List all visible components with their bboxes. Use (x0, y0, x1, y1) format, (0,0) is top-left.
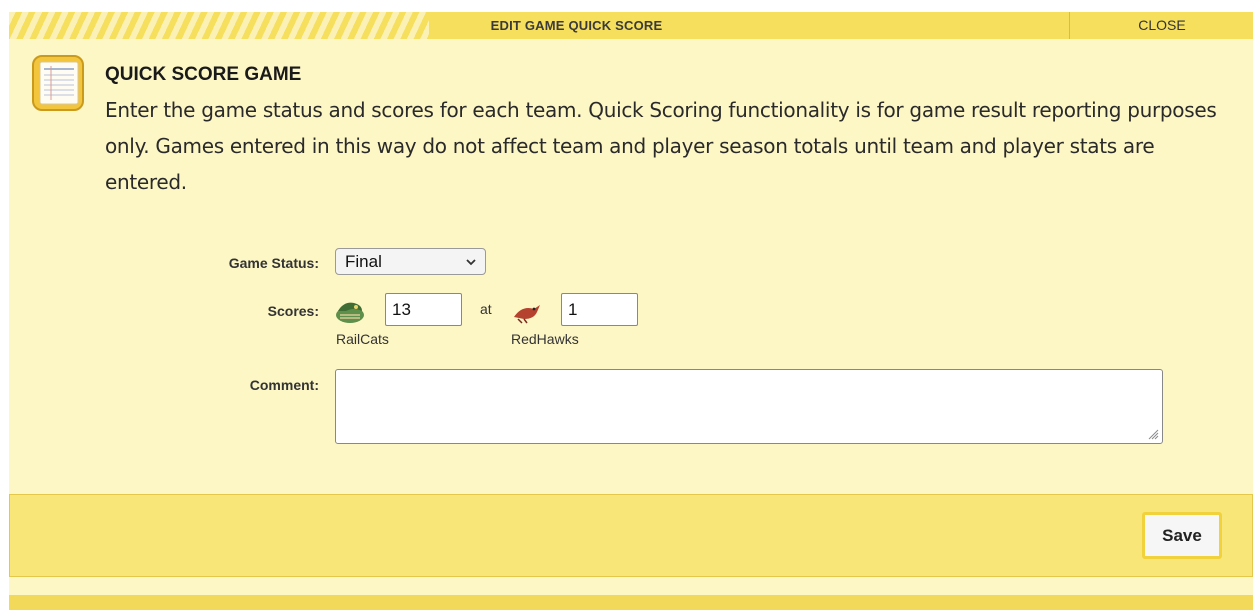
game-status-label: Game Status: (228, 255, 319, 271)
away-score-input[interactable]: 13 (385, 293, 462, 326)
dialog-titlebar: EDIT GAME QUICK SCORE CLOSE (9, 12, 1253, 40)
railcats-logo-icon (336, 302, 364, 323)
save-button[interactable]: Save (1142, 512, 1222, 559)
dialog-title: EDIT GAME QUICK SCORE (490, 18, 663, 33)
redhawks-logo-icon (514, 305, 540, 324)
comment-label: Comment: (249, 377, 319, 393)
close-button[interactable]: CLOSE (1069, 12, 1254, 39)
dialog-footer (9, 494, 1253, 577)
description-text: Enter the game status and scores for eac… (105, 98, 1217, 194)
game-status-select[interactable]: Final (335, 248, 486, 275)
home-score-input[interactable]: 1 (561, 293, 638, 326)
dialog-body: QUICK SCORE GAME Enter the game status a… (9, 39, 1253, 595)
scores-label: Scores: (267, 303, 319, 319)
bottom-border (9, 595, 1253, 610)
resize-grip-icon[interactable] (1147, 428, 1159, 440)
away-team-name: RailCats (336, 331, 389, 347)
notebook-icon (32, 55, 84, 111)
home-team-name: RedHawks (511, 331, 579, 347)
game-status-value: Final (345, 252, 382, 271)
chevron-down-icon (466, 259, 476, 266)
comment-textarea[interactable] (335, 369, 1163, 444)
section-heading: QUICK SCORE GAME (105, 64, 302, 85)
at-separator: at (480, 301, 492, 317)
